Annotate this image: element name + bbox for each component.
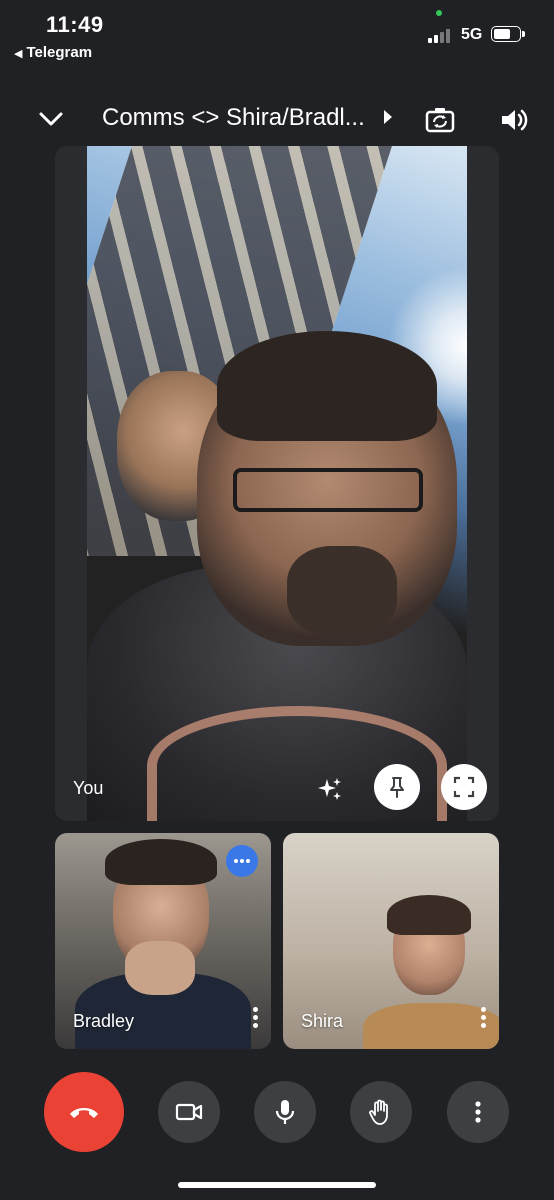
fullscreen-button[interactable]	[441, 764, 487, 810]
battery-fill	[494, 29, 510, 39]
call-header: Comms <> Shira/Bradl...	[0, 92, 554, 144]
more-options-button[interactable]	[447, 1081, 509, 1143]
more-vertical-icon[interactable]	[249, 1007, 261, 1033]
self-video-tile[interactable]: You	[55, 146, 499, 821]
call-title[interactable]: Comms <> Shira/Bradl...	[102, 104, 365, 132]
participant-name: Bradley	[73, 1011, 135, 1031]
participant-name: Shira	[301, 1011, 344, 1031]
pin-icon	[390, 777, 404, 798]
microphone-button[interactable]	[254, 1081, 316, 1143]
back-app-label: Telegram	[26, 44, 93, 61]
participant-tile-shira[interactable]: Shira	[283, 833, 499, 1049]
back-arrow-icon: ◀	[14, 48, 23, 60]
camera-button[interactable]	[158, 1081, 220, 1143]
more-options-badge-icon[interactable]	[226, 845, 258, 877]
network-type: 5G	[461, 26, 483, 43]
sparkle-icon[interactable]	[317, 776, 343, 802]
home-indicator[interactable]	[178, 1182, 376, 1188]
chevron-down-icon[interactable]	[36, 104, 66, 134]
switch-camera-icon[interactable]	[424, 104, 456, 136]
end-call-icon	[70, 1108, 98, 1118]
raise-hand-icon	[369, 1099, 388, 1125]
participant-tile-bradley[interactable]: Bradley	[55, 833, 271, 1049]
caret-right-icon[interactable]	[384, 110, 392, 124]
signal-icon	[428, 28, 454, 43]
status-bar: 11:49 ◀ Telegram 5G	[0, 0, 554, 70]
more-vertical-icon[interactable]	[477, 1007, 489, 1033]
self-video-feed	[87, 146, 467, 821]
back-to-app-link[interactable]: ◀ Telegram	[14, 44, 92, 61]
raise-hand-button[interactable]	[350, 1081, 412, 1143]
microphone-icon	[275, 1100, 295, 1124]
fullscreen-icon	[453, 776, 475, 798]
end-call-button[interactable]	[44, 1072, 124, 1152]
more-vertical-icon	[475, 1101, 481, 1123]
video-camera-icon	[175, 1103, 203, 1121]
speaker-icon[interactable]	[498, 104, 530, 136]
battery-icon	[491, 26, 525, 42]
pin-button[interactable]	[374, 764, 420, 810]
self-name-label: You	[73, 778, 104, 798]
camera-in-use-indicator	[436, 10, 442, 16]
clock: 11:49	[46, 12, 104, 37]
